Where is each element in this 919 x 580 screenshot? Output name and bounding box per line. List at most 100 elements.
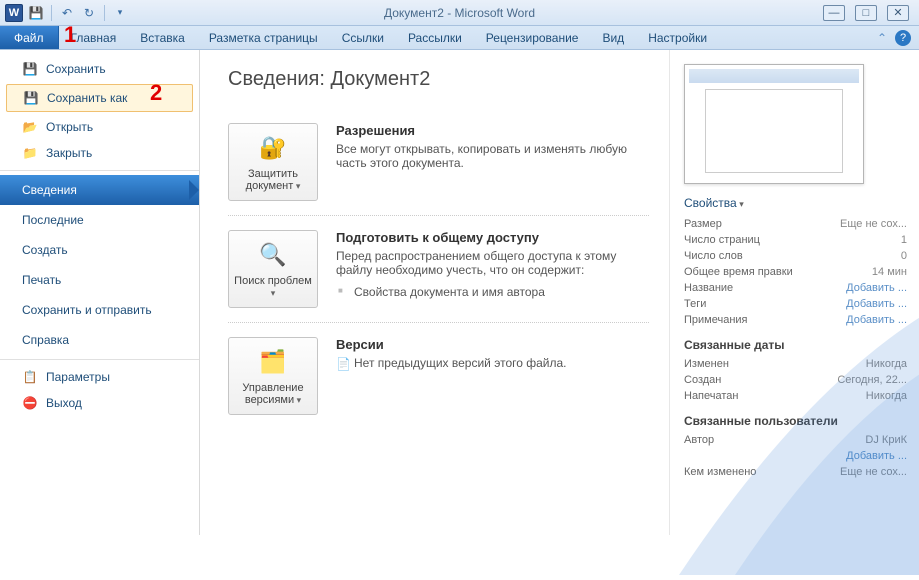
open-folder-icon: 📂 — [22, 119, 38, 135]
word-app-icon: W — [5, 4, 23, 22]
prop-lastmod-val: Еще не сох... — [840, 466, 907, 478]
prepare-subitem: Свойства документа и имя автора — [336, 285, 649, 299]
prop-author-val: DJ КриК — [865, 434, 907, 446]
nav-share[interactable]: Сохранить и отправить — [0, 295, 199, 325]
prepare-title: Подготовить к общему доступу — [336, 230, 649, 245]
prop-notes-val[interactable]: Добавить ... — [846, 314, 907, 326]
close-folder-icon: 📁 — [22, 145, 38, 161]
prop-size-key: Размер — [684, 218, 722, 230]
prop-modified-val: Никогда — [866, 358, 907, 370]
properties-panel: Свойства Размер Еще не сох... Число стран… — [669, 50, 919, 535]
undo-icon[interactable]: ↶ — [58, 4, 76, 22]
nav-info[interactable]: Сведения — [0, 175, 199, 205]
prop-tags-val[interactable]: Добавить ... — [846, 298, 907, 310]
tab-insert[interactable]: Вставка — [128, 26, 197, 49]
tab-references[interactable]: Ссылки — [330, 26, 396, 49]
nav-help[interactable]: Справка — [0, 325, 199, 355]
tab-mailings[interactable]: Рассылки — [396, 26, 474, 49]
versions-title: Версии — [336, 337, 649, 352]
section-permissions: 🔐 Защитить документ Разрешения Все могут… — [228, 109, 649, 215]
prop-title-val[interactable]: Добавить ... — [846, 282, 907, 294]
nav-save-as[interactable]: 💾 Сохранить как — [6, 84, 193, 112]
prepare-text: Перед распространением общего доступа к … — [336, 249, 649, 277]
prop-lastmod-key: Кем изменено — [684, 466, 756, 478]
tab-page-layout[interactable]: Разметка страницы — [197, 26, 330, 49]
versions-icon: 🗂️ — [257, 346, 289, 378]
nav-open[interactable]: 📂 Открыть — [0, 114, 199, 140]
nav-label: Параметры — [46, 370, 110, 384]
button-label: Поиск проблем — [233, 275, 313, 299]
prop-created-val: Сегодня, 22... — [837, 374, 907, 386]
section-body: Версии 📄 Нет предыдущих версий этого фай… — [336, 337, 649, 415]
save-as-icon: 💾 — [23, 90, 39, 106]
options-icon: 📋 — [22, 369, 38, 385]
prop-pages-val: 1 — [901, 234, 907, 246]
document-icon: 📄 — [336, 357, 351, 371]
close-button[interactable]: ✕ — [887, 5, 909, 21]
nav-label: Сохранить как — [47, 91, 127, 105]
properties-header[interactable]: Свойства — [684, 196, 907, 210]
ribbon-minimize-icon[interactable]: ⌃ — [877, 31, 887, 45]
backstage-view: 💾Сохранить 💾 Сохранить как 📂 Открыть 📁Закр… — [0, 50, 919, 535]
ribbon-tabs: Файл Главная Вставка Разметка страницы С… — [0, 26, 919, 50]
help-icon[interactable]: ? — [895, 30, 911, 46]
info-panel: Сведения: Документ2 🔐 Защитить документ … — [200, 50, 669, 535]
tab-view[interactable]: Вид — [590, 26, 636, 49]
nav-options[interactable]: 📋 Параметры — [0, 364, 199, 390]
prop-author-add[interactable]: Добавить ... — [846, 450, 907, 462]
nav-print[interactable]: Печать — [0, 265, 199, 295]
related-people-heading: Связанные пользователи — [684, 414, 907, 428]
protect-document-button[interactable]: 🔐 Защитить документ — [228, 123, 318, 201]
tab-review[interactable]: Рецензирование — [474, 26, 591, 49]
button-label: Управление версиями — [233, 382, 313, 406]
related-dates-heading: Связанные даты — [684, 338, 907, 352]
nav-exit[interactable]: ⛔ Выход — [0, 390, 199, 416]
prop-words-val: 0 — [901, 250, 907, 262]
prop-pages-key: Число страниц — [684, 234, 760, 246]
prop-title-key: Название — [684, 282, 733, 294]
prop-edit-val: 14 мин — [872, 266, 907, 278]
backstage-main: Сведения: Документ2 🔐 Защитить документ … — [200, 50, 919, 535]
nav-label: Открыть — [46, 120, 93, 134]
section-versions: 🗂️ Управление версиями Версии 📄 Нет пред… — [228, 322, 649, 429]
nav-recent[interactable]: Последние — [0, 205, 199, 235]
prop-notes-key: Примечания — [684, 314, 748, 326]
tab-home[interactable]: Главная — [59, 26, 129, 49]
lock-icon: 🔐 — [257, 132, 289, 164]
prop-tags-key: Теги — [684, 298, 706, 310]
tab-settings[interactable]: Настройки — [636, 26, 719, 49]
quick-access-toolbar: W 💾 ↶ ↻ ▾ — [0, 4, 129, 22]
info-heading: Сведения: Документ2 — [228, 68, 649, 91]
section-body: Подготовить к общему доступу Перед распр… — [336, 230, 649, 308]
window-controls: — □ ✕ — [823, 5, 919, 21]
qat-dropdown-icon[interactable]: ▾ — [111, 4, 129, 22]
nav-new[interactable]: Создать — [0, 235, 199, 265]
minimize-button[interactable]: — — [823, 5, 845, 21]
backstage-nav: 💾Сохранить 💾 Сохранить как 📂 Открыть 📁Закр… — [0, 50, 200, 535]
window-title: Документ2 - Microsoft Word — [0, 6, 919, 20]
prop-author-key: Автор — [684, 434, 714, 446]
section-prepare: 🔍 Поиск проблем Подготовить к общему дос… — [228, 215, 649, 322]
prop-modified-key: Изменен — [684, 358, 729, 370]
tab-file[interactable]: Файл — [0, 26, 59, 49]
nav-close[interactable]: 📁Закрыть — [0, 140, 199, 166]
save-qat-icon[interactable]: 💾 — [27, 4, 45, 22]
redo-icon[interactable]: ↻ — [80, 4, 98, 22]
versions-text: Нет предыдущих версий этого файла. — [354, 356, 567, 370]
manage-versions-button[interactable]: 🗂️ Управление версиями — [228, 337, 318, 415]
document-thumbnail — [684, 64, 864, 184]
nav-separator — [0, 170, 199, 171]
nav-label: Сохранить — [46, 62, 106, 76]
nav-save[interactable]: 💾Сохранить — [0, 56, 199, 82]
inspect-icon: 🔍 — [257, 239, 289, 271]
nav-label: Выход — [46, 396, 82, 410]
check-issues-button[interactable]: 🔍 Поиск проблем — [228, 230, 318, 308]
exit-icon: ⛔ — [22, 395, 38, 411]
prop-size-val: Еще не сох... — [840, 218, 907, 230]
prop-words-key: Число слов — [684, 250, 743, 262]
permissions-title: Разрешения — [336, 123, 649, 138]
qat-separator — [104, 5, 105, 21]
prop-printed-key: Напечатан — [684, 390, 738, 402]
prop-printed-val: Никогда — [866, 390, 907, 402]
maximize-button[interactable]: □ — [855, 5, 877, 21]
